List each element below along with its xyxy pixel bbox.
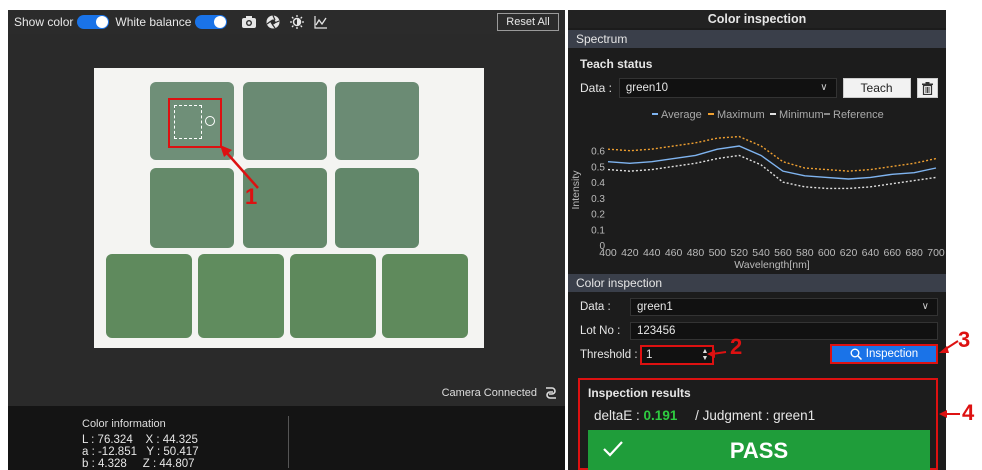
app-root: Show color White balance Reset All 1 Cam… xyxy=(0,0,982,470)
callout-2: 2 xyxy=(730,334,743,359)
callout-4: 4 xyxy=(962,400,975,425)
callout-arrows xyxy=(707,340,960,418)
callout-3: 3 xyxy=(958,327,971,352)
